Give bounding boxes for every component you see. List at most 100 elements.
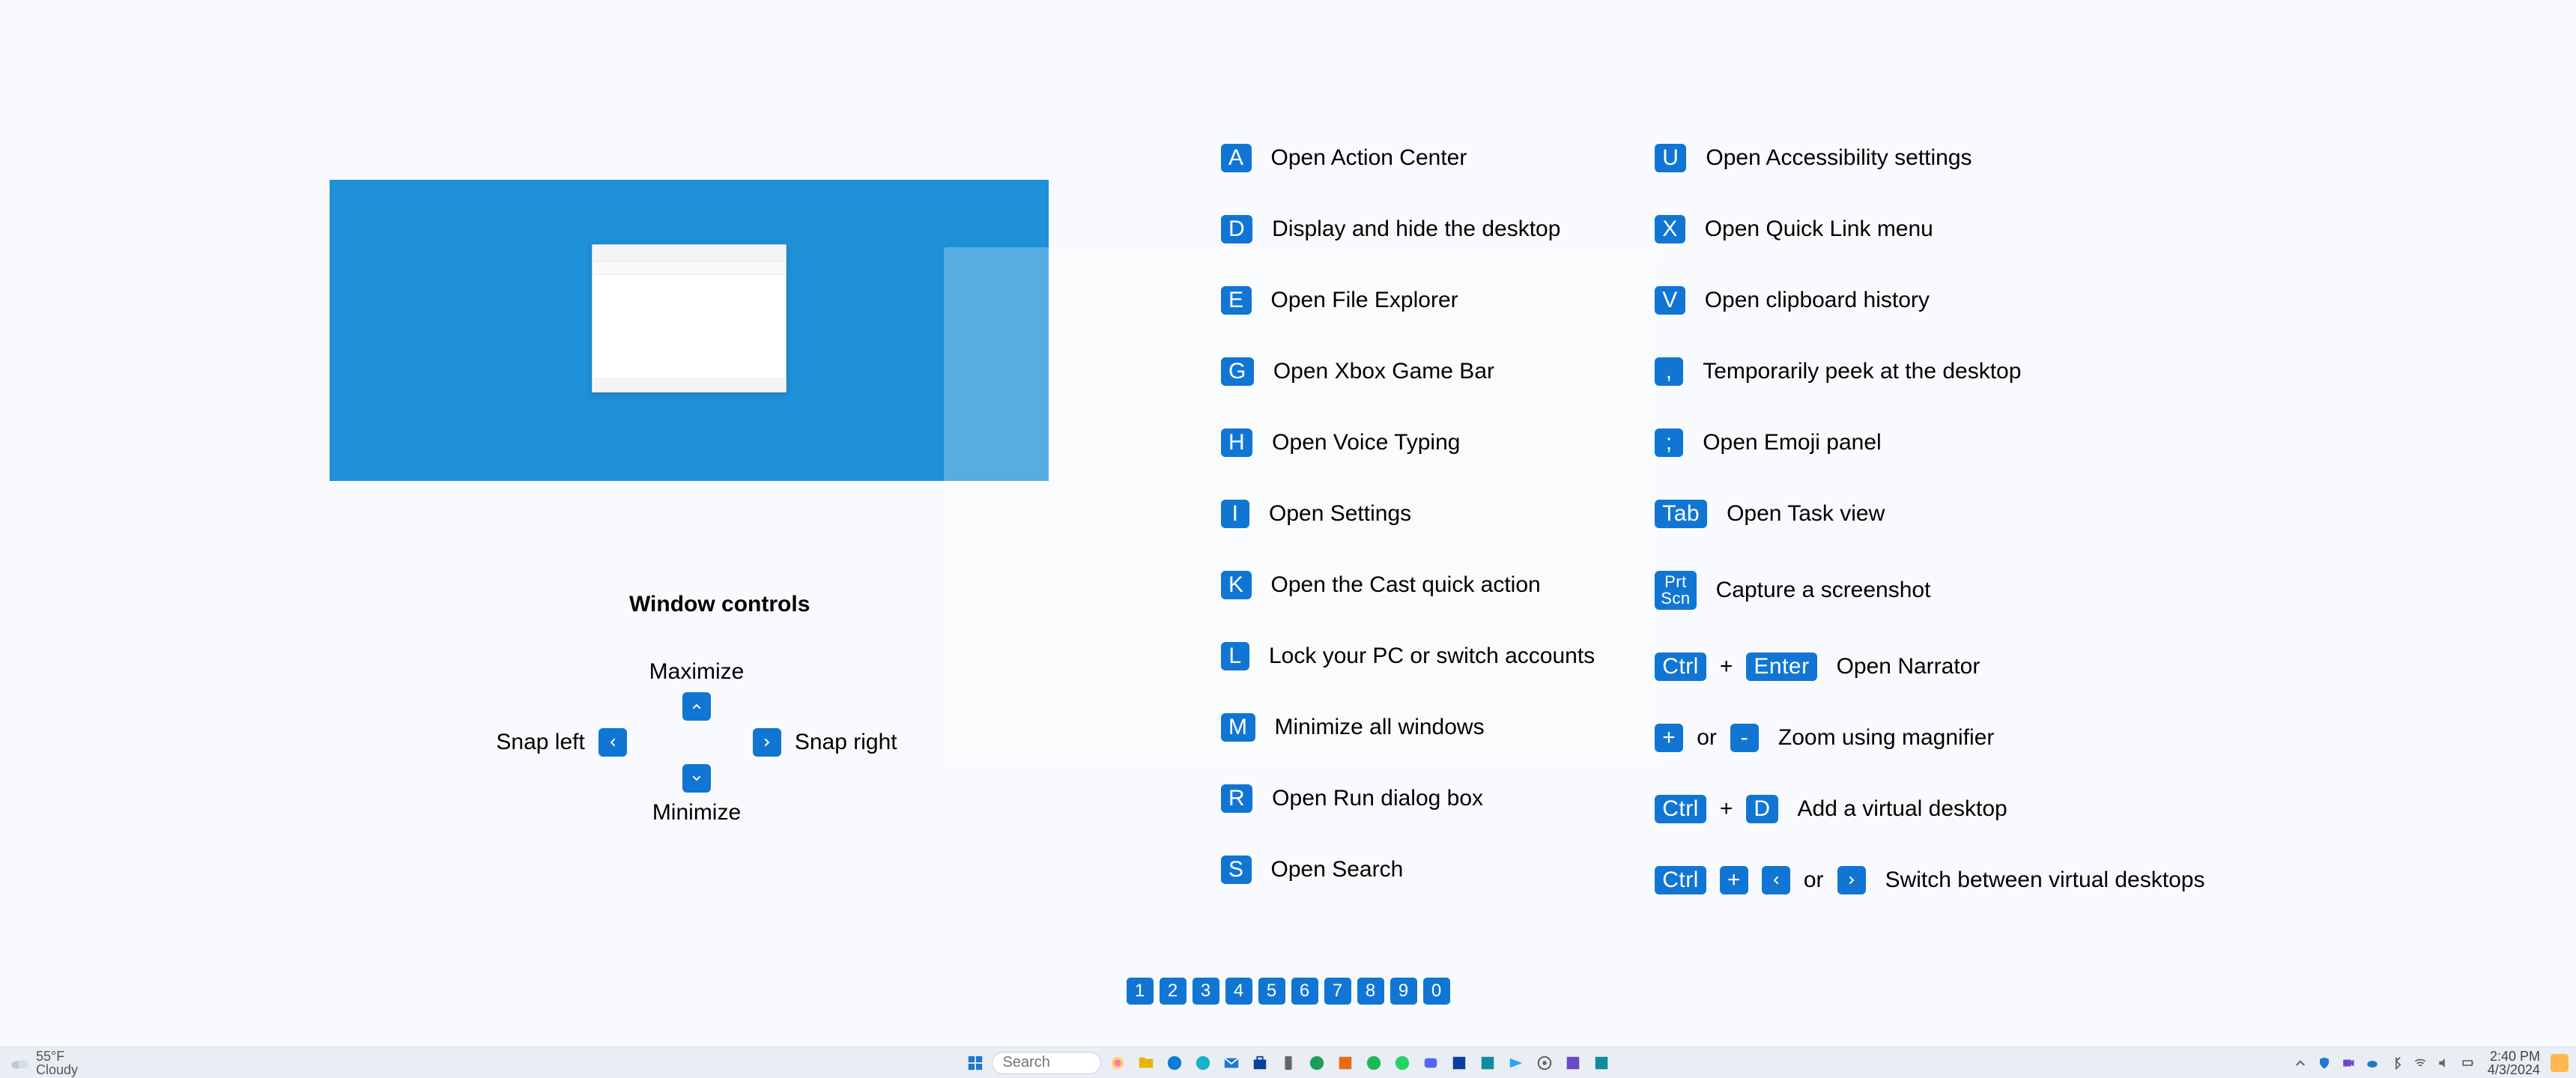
shortcut-column-1: AOpen Action CenterDDisplay and hide the…	[1221, 144, 1595, 894]
key-e: E	[1221, 286, 1252, 315]
notifications-button[interactable]	[2551, 1054, 2569, 1072]
chevron-right-icon	[1846, 874, 1858, 886]
shortcut-desc: Open Run dialog box	[1272, 786, 1483, 811]
key-ctrl: Ctrl	[1655, 652, 1706, 681]
shortcut-desc: Add a virtual desktop	[1798, 796, 2007, 822]
maximize-label: Maximize	[494, 659, 899, 685]
chevron-down-icon	[691, 772, 703, 784]
pager-7[interactable]: 7	[1324, 978, 1351, 1005]
taskbar-icon-todo[interactable]	[1447, 1051, 1471, 1075]
shortcut-item: V Open clipboard history	[1655, 286, 2204, 315]
key-a: A	[1221, 144, 1252, 172]
taskbar-icon-discord[interactable]	[1419, 1051, 1443, 1075]
key--: ,	[1655, 357, 1683, 386]
shortcut-desc: Open Xbox Game Bar	[1273, 359, 1494, 384]
tray-icon-defender[interactable]	[2315, 1054, 2333, 1072]
shortcut-item: PrtScnCapture a screenshot	[1655, 571, 2204, 610]
shortcut-desc: Open Emoji panel	[1703, 430, 1881, 455]
taskbar-icon-whatsapp[interactable]	[1390, 1051, 1414, 1075]
search-input[interactable]	[1003, 1054, 1093, 1071]
arrow-right-key	[753, 728, 781, 757]
key-m: M	[1221, 713, 1255, 742]
taskbar-icon-edge-1[interactable]	[1163, 1051, 1187, 1075]
shortcut-desc: Lock your PC or switch accounts	[1269, 644, 1595, 669]
snap-right-label: Snap right	[795, 730, 897, 755]
taskbar-icon-vscode[interactable]	[1504, 1051, 1528, 1075]
illustration-window	[592, 244, 787, 393]
taskbar-icon-copilot[interactable]	[1106, 1051, 1130, 1075]
shortcut-desc: Switch between virtual desktops	[1885, 867, 2205, 893]
taskbar-icon-spotify[interactable]	[1362, 1051, 1386, 1075]
key-u: U	[1655, 144, 1686, 172]
tray-icon-wifi[interactable]	[2411, 1054, 2429, 1072]
shortcut-item: +or-Zoom using magnifier	[1655, 724, 2204, 752]
tray-icon-battery[interactable]	[2459, 1054, 2477, 1072]
shortcut-desc: Open the Cast quick action	[1271, 572, 1541, 598]
shortcut-item: Ctrl+orSwitch between virtual desktops	[1655, 866, 2204, 894]
shortcut-columns: AOpen Action CenterDDisplay and hide the…	[1221, 144, 2204, 894]
shortcut-item: HOpen Voice Typing	[1221, 429, 1595, 457]
clock[interactable]: 2:40 PM4/3/2024	[2488, 1050, 2540, 1077]
taskbar-icon-app2[interactable]	[1589, 1051, 1613, 1075]
taskbar-icon-code[interactable]	[1476, 1051, 1500, 1075]
weather-cond: Cloudy	[36, 1063, 78, 1077]
taskbar-icon-phone[interactable]	[1276, 1051, 1300, 1075]
shortcut-desc: Open clipboard history	[1705, 288, 1930, 313]
shortcut-item: R Open Run dialog box	[1221, 784, 1595, 813]
shortcut-desc: Display and hide the desktop	[1272, 216, 1560, 242]
taskbar-center	[963, 1051, 1613, 1075]
shortcut-desc: Open File Explorer	[1271, 288, 1458, 313]
pager-4[interactable]: 4	[1225, 978, 1252, 1005]
pager-9[interactable]: 9	[1390, 978, 1417, 1005]
key-k: K	[1221, 571, 1252, 599]
illustration-desktop	[330, 180, 1049, 481]
key--: ;	[1655, 429, 1683, 457]
shortcut-item: Tab Open Task view	[1655, 500, 2204, 528]
window-controls-heading: Window controls	[629, 592, 810, 617]
shortcut-item: E Open File Explorer	[1221, 286, 1595, 315]
taskbar-icon-app1[interactable]	[1561, 1051, 1585, 1075]
start-button[interactable]	[963, 1051, 987, 1075]
pager-5[interactable]: 5	[1258, 978, 1285, 1005]
shortcut-desc: Open Accessibility settings	[1706, 145, 1972, 171]
taskbar-icon-mail[interactable]	[1219, 1051, 1243, 1075]
taskbar-icon-settings[interactable]	[1533, 1051, 1557, 1075]
tray-icon-meet[interactable]	[2339, 1054, 2357, 1072]
taskbar-search[interactable]	[992, 1052, 1101, 1074]
shortcut-item: K Open the Cast quick action	[1221, 571, 1595, 599]
tray-icon-volume[interactable]	[2435, 1054, 2453, 1072]
shortcut-desc: Zoom using magnifier	[1778, 725, 1994, 751]
shortcut-item: MMinimize all windows	[1221, 713, 1595, 742]
taskbar-icon-media[interactable]	[1333, 1051, 1357, 1075]
shortcut-desc: Temporarily peek at the desktop	[1703, 359, 2021, 384]
taskbar-icon-store[interactable]	[1248, 1051, 1272, 1075]
pager-0[interactable]: 0	[1423, 978, 1450, 1005]
taskbar-icon-xbox[interactable]	[1305, 1051, 1329, 1075]
weather-widget[interactable]: 55°F Cloudy	[9, 1050, 78, 1077]
arrow-down-key	[682, 764, 711, 793]
pager-3[interactable]: 3	[1192, 978, 1219, 1005]
arrow-up-key	[682, 692, 711, 721]
shortcut-item: LLock your PC or switch accounts	[1221, 642, 1595, 670]
shortcut-desc: Open Task view	[1727, 501, 1885, 527]
shortcut-item: U Open Accessibility settings	[1655, 144, 2204, 172]
shortcut-item: IOpen Settings	[1221, 500, 1595, 528]
tray-icon-chevron-up[interactable]	[2291, 1054, 2309, 1072]
tray-icon-onedrive[interactable]	[2363, 1054, 2381, 1072]
key-ctrl: Ctrl	[1655, 866, 1706, 894]
taskbar-icon-edge-2[interactable]	[1191, 1051, 1215, 1075]
key-v: V	[1655, 286, 1685, 315]
key-tab: Tab	[1655, 500, 1707, 528]
shortcut-item: , Temporarily peek at the desktop	[1655, 357, 2204, 386]
pager-1[interactable]: 1	[1127, 978, 1154, 1005]
key-h: H	[1221, 429, 1252, 457]
key-ctrl: Ctrl	[1655, 795, 1706, 823]
tray-icon-bluetooth[interactable]	[2387, 1054, 2405, 1072]
cloud-icon	[9, 1056, 30, 1071]
key-r: R	[1221, 784, 1252, 813]
shortcut-item: GOpen Xbox Game Bar	[1221, 357, 1595, 386]
pager-6[interactable]: 6	[1291, 978, 1318, 1005]
taskbar-icon-file-explorer[interactable]	[1134, 1051, 1158, 1075]
pager-2[interactable]: 2	[1160, 978, 1187, 1005]
pager-8[interactable]: 8	[1357, 978, 1384, 1005]
